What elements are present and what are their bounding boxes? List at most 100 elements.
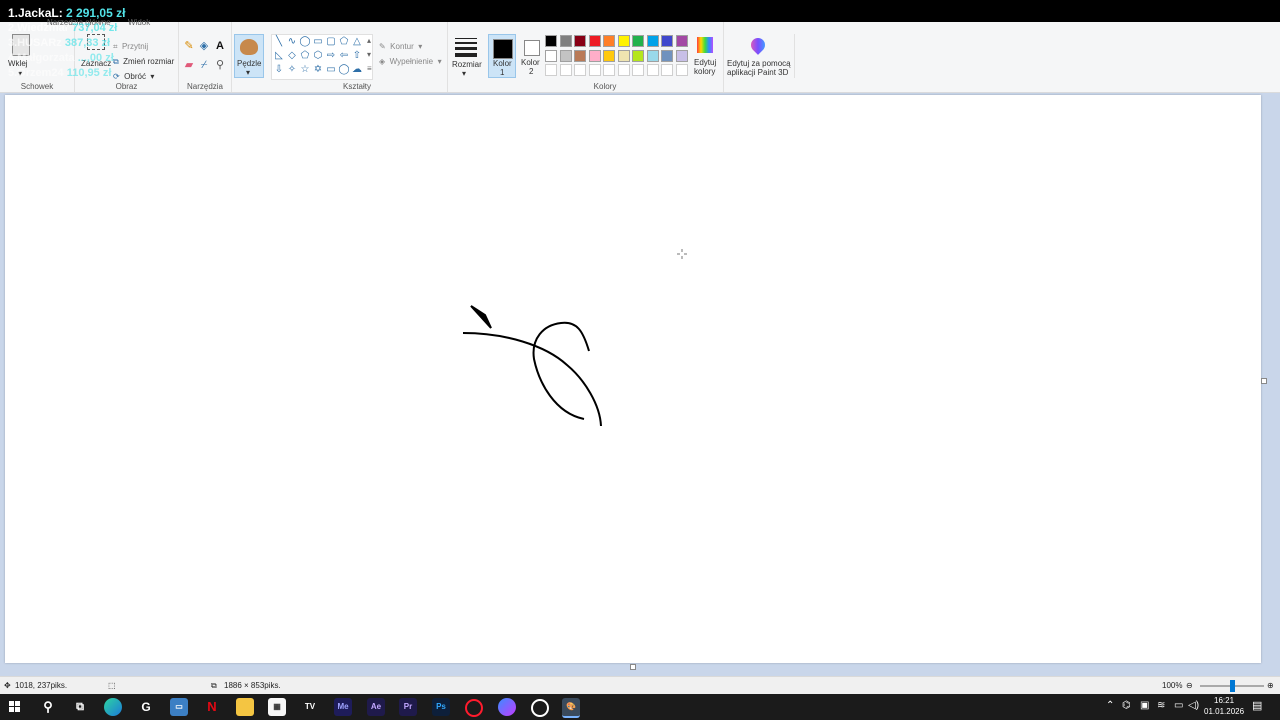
fill-bucket-icon[interactable]: ◈ bbox=[198, 40, 210, 52]
edge-icon[interactable] bbox=[104, 698, 122, 716]
custom-color-slot[interactable] bbox=[617, 64, 630, 76]
color-picker-icon[interactable]: ⌿ bbox=[198, 59, 210, 71]
canvas-workspace[interactable] bbox=[0, 93, 1280, 676]
palette-swatch[interactable] bbox=[559, 35, 572, 47]
network-icon[interactable]: ⌬ bbox=[1122, 700, 1131, 711]
palette-swatch[interactable] bbox=[545, 35, 557, 47]
right-arrow-shape-icon[interactable]: ⇨ bbox=[325, 50, 337, 62]
edit-paint3d-button[interactable]: Edytuj za pomocą aplikacji Paint 3D bbox=[724, 34, 795, 78]
eraser-icon[interactable]: ▰ bbox=[183, 59, 195, 71]
fill-button[interactable]: ◈ Wypełnienie ▾ bbox=[379, 51, 442, 69]
line-shape-icon[interactable]: ╲ bbox=[273, 36, 285, 48]
opera-icon[interactable] bbox=[465, 699, 483, 717]
ms-store-icon[interactable]: ▦ bbox=[268, 698, 286, 716]
palette-swatch[interactable] bbox=[632, 49, 644, 62]
brushes-button[interactable]: Pędzle ▾ bbox=[234, 34, 264, 78]
gallery-scroll-down-icon[interactable]: ▾ bbox=[367, 50, 371, 59]
six-point-star-shape-icon[interactable]: ✡ bbox=[312, 64, 324, 76]
zoom-in-button[interactable]: ⊕ bbox=[1267, 677, 1274, 695]
palette-swatch[interactable] bbox=[603, 49, 615, 62]
palette-swatch[interactable] bbox=[603, 35, 615, 47]
crop-button[interactable]: ⌗ Przytnij bbox=[113, 36, 148, 51]
rounded-rectangle-shape-icon[interactable]: ▢ bbox=[325, 36, 337, 48]
media-encoder-icon[interactable]: Me bbox=[334, 698, 352, 716]
diamond-shape-icon[interactable]: ◇ bbox=[286, 50, 298, 62]
canvas-resize-handle-bottom[interactable] bbox=[630, 664, 636, 670]
triangle-shape-icon[interactable]: △ bbox=[351, 36, 363, 48]
palette-swatch[interactable] bbox=[675, 35, 688, 47]
palette-swatch[interactable] bbox=[661, 49, 673, 62]
notifications-icon[interactable]: ▤ bbox=[1252, 699, 1262, 712]
rectangle-shape-icon[interactable]: ▭ bbox=[312, 36, 324, 48]
palette-swatch[interactable] bbox=[617, 35, 630, 47]
text-tool-icon[interactable]: A bbox=[214, 40, 226, 52]
file-explorer-icon[interactable] bbox=[236, 698, 254, 716]
zoom-slider-thumb[interactable] bbox=[1229, 680, 1235, 692]
after-effects-icon[interactable]: Ae bbox=[367, 698, 385, 716]
custom-color-slot[interactable] bbox=[574, 64, 586, 76]
oval-shape-icon[interactable]: ◯ bbox=[299, 36, 311, 48]
display-icon[interactable]: ▣ bbox=[1140, 700, 1149, 711]
gallery-expand-icon[interactable]: ≡ bbox=[367, 64, 372, 73]
size-button[interactable]: Rozmiar ▾ bbox=[450, 34, 482, 78]
palette-swatch[interactable] bbox=[675, 49, 688, 62]
palette-swatch[interactable] bbox=[646, 35, 659, 47]
curve-shape-icon[interactable]: ∿ bbox=[286, 36, 298, 48]
custom-color-slot[interactable] bbox=[646, 64, 659, 76]
callout-rect-shape-icon[interactable]: ▭ bbox=[325, 64, 337, 76]
down-arrow-shape-icon[interactable]: ⇩ bbox=[273, 64, 285, 76]
palette-swatch[interactable] bbox=[588, 35, 601, 47]
custom-color-slot[interactable] bbox=[603, 64, 615, 76]
drawing-canvas[interactable] bbox=[5, 95, 1261, 663]
palette-swatch[interactable] bbox=[574, 35, 586, 47]
gallery-scroll-up-icon[interactable]: ▴ bbox=[367, 36, 371, 45]
app-g-icon[interactable]: G bbox=[137, 698, 155, 716]
volume-icon[interactable]: ◁) bbox=[1188, 700, 1199, 711]
clock-date[interactable]: 01.01.2026 bbox=[1204, 707, 1244, 716]
custom-color-slot[interactable] bbox=[675, 64, 688, 76]
tray-chevron-up-icon[interactable]: ⌃ bbox=[1106, 700, 1114, 711]
palette-swatch[interactable] bbox=[646, 49, 659, 62]
resize-button[interactable]: ⧉ Zmień rozmiar bbox=[113, 51, 174, 66]
five-point-star-shape-icon[interactable]: ☆ bbox=[299, 64, 311, 76]
callout-oval-shape-icon[interactable]: ◯ bbox=[338, 64, 350, 76]
tradingview-icon[interactable]: TV bbox=[301, 698, 319, 716]
store-icon[interactable]: ▭ bbox=[170, 698, 188, 716]
color2-button[interactable]: Kolor 2 bbox=[518, 34, 546, 78]
netflix-icon[interactable]: N bbox=[203, 698, 221, 716]
clock-time[interactable]: 16:21 bbox=[1214, 696, 1234, 705]
premiere-pro-icon[interactable]: Pr bbox=[399, 698, 417, 716]
battery-icon[interactable]: ▭ bbox=[1174, 700, 1183, 711]
canvas-resize-handle-right[interactable] bbox=[1261, 378, 1267, 384]
polygon-shape-icon[interactable]: ⬠ bbox=[338, 36, 350, 48]
steam-icon[interactable] bbox=[531, 699, 549, 717]
palette-swatch[interactable] bbox=[574, 49, 586, 62]
custom-color-slot[interactable] bbox=[661, 64, 673, 76]
zoom-slider[interactable] bbox=[1200, 680, 1264, 692]
task-view-icon[interactable]: ⧉ bbox=[71, 698, 89, 716]
four-point-star-shape-icon[interactable]: ✧ bbox=[286, 64, 298, 76]
color1-button[interactable]: Kolor 1 bbox=[488, 34, 516, 78]
wifi-icon[interactable]: ≋ bbox=[1157, 700, 1165, 711]
hexagon-shape-icon[interactable]: ⬡ bbox=[312, 50, 324, 62]
custom-color-slot[interactable] bbox=[545, 64, 557, 76]
rotate-button[interactable]: ⟳ Obróć ▾ bbox=[113, 66, 154, 81]
edit-colors-button[interactable]: Edytuj kolory bbox=[692, 34, 722, 78]
left-arrow-shape-icon[interactable]: ⇦ bbox=[338, 50, 350, 62]
messenger-icon[interactable] bbox=[498, 698, 516, 716]
palette-swatch[interactable] bbox=[661, 35, 673, 47]
custom-color-slot[interactable] bbox=[559, 64, 572, 76]
custom-color-slot[interactable] bbox=[632, 64, 644, 76]
paint-icon[interactable]: 🎨 bbox=[562, 698, 580, 718]
pencil-icon[interactable]: ✎ bbox=[183, 40, 195, 52]
right-triangle-shape-icon[interactable]: ◺ bbox=[273, 50, 285, 62]
custom-color-slot[interactable] bbox=[588, 64, 601, 76]
palette-swatch[interactable] bbox=[632, 35, 644, 47]
palette-swatch[interactable] bbox=[545, 49, 557, 62]
palette-swatch[interactable] bbox=[588, 49, 601, 62]
callout-cloud-shape-icon[interactable]: ☁ bbox=[351, 64, 363, 76]
magnifier-icon[interactable]: ⚲ bbox=[214, 59, 226, 71]
zoom-out-button[interactable]: ⊖ bbox=[1186, 677, 1193, 695]
windows-start-icon[interactable] bbox=[6, 698, 24, 716]
photoshop-icon[interactable]: Ps bbox=[432, 698, 450, 716]
